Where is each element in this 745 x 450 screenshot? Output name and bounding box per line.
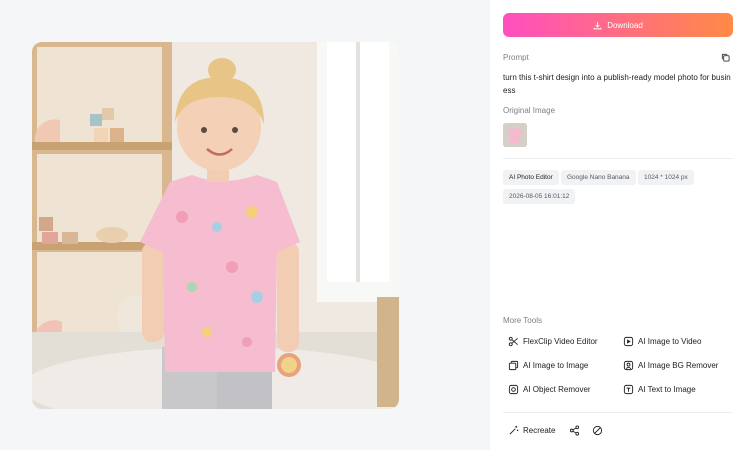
text-image-icon [623,384,634,395]
divider [503,412,733,413]
more-tools-label: More Tools [503,316,542,325]
prompt-text: turn this t-shirt design into a publish-… [503,73,731,95]
hide-button[interactable] [592,425,603,436]
tag-resolution: 1024 * 1024 px [638,170,694,185]
recreate-button[interactable]: Recreate [508,425,555,436]
object-remover-icon [508,384,519,395]
original-image-thumbnail[interactable] [503,123,527,147]
divider [503,158,733,159]
details-panel: Download Prompt turn this t-shirt design… [490,0,745,450]
share-button[interactable] [569,425,580,436]
tool-label: AI Image BG Remover [638,361,719,370]
bg-remover-icon [623,360,634,371]
tool-ai-object-remover[interactable]: AI Object Remover [508,384,591,395]
tag-tool: AI Photo Editor [503,170,559,185]
download-button[interactable]: Download [503,13,733,37]
prompt-label: Prompt [503,53,529,62]
tool-flexclip-video-editor[interactable]: FlexClip Video Editor [508,336,598,347]
copy-icon[interactable] [721,53,730,62]
images-icon [508,360,519,371]
recreate-label: Recreate [523,426,556,435]
generated-photo[interactable] [32,42,399,409]
download-label: Download [607,20,643,30]
tool-label: AI Image to Image [523,361,589,370]
tool-ai-image-to-image[interactable]: AI Image to Image [508,360,588,371]
tag-model: Google Nano Banana [561,170,636,185]
tool-ai-image-bg-remover[interactable]: AI Image BG Remover [623,360,718,371]
tool-label: AI Text to Image [638,385,696,394]
scissors-icon [508,336,518,347]
tag-timestamp: 2026-08-05 16:01:12 [503,189,576,204]
hide-icon [593,425,603,436]
original-image-label: Original Image [503,106,556,115]
tool-ai-text-to-image[interactable]: AI Text to Image [623,384,696,395]
magic-wand-icon [509,425,519,435]
tool-label: AI Object Remover [523,385,591,394]
tool-label: FlexClip Video Editor [523,337,598,346]
bottom-actions: Recreate [503,425,603,436]
image-video-icon [623,336,634,347]
canvas-area [0,0,490,450]
share-icon [570,425,580,436]
download-icon [593,21,602,29]
tool-label: AI Image to Video [638,337,702,346]
tool-ai-image-to-video[interactable]: AI Image to Video [623,336,701,347]
